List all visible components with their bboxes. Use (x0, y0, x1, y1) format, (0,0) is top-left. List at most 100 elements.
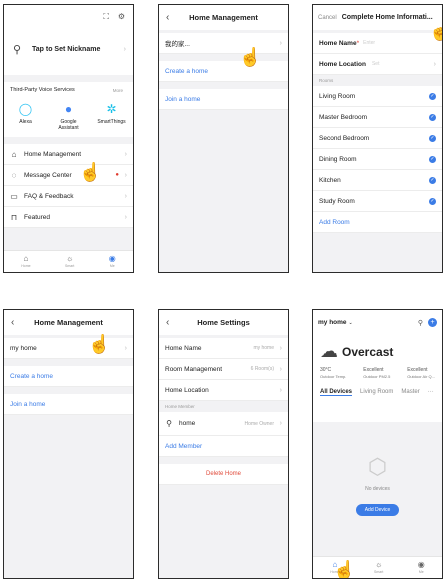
smart-tab-icon: ☼ (66, 254, 74, 264)
alexa-label: Alexa (19, 119, 32, 125)
cancel-button[interactable]: Cancel (318, 15, 337, 21)
delete-home-button[interactable]: Delete Home (159, 464, 288, 485)
pointer-hand-icon: ☝ (429, 21, 442, 42)
home-icon: ⌂ (11, 149, 17, 159)
voice-services: Third-Party Voice Services More ◯ Alexa ●… (4, 82, 133, 137)
stat-value: Excellent (407, 367, 428, 373)
home-management-screen-2: ‹ Home Management my home › Create a home … (3, 309, 134, 579)
back-icon[interactable]: ‹ (166, 317, 169, 328)
tab-master[interactable]: Master (401, 389, 419, 396)
no-devices-text: No devices (365, 486, 390, 492)
home-selector[interactable]: my home (318, 319, 347, 326)
tab-living-room[interactable]: Living Room (360, 389, 393, 396)
alexa-item[interactable]: ◯ Alexa (6, 102, 46, 131)
create-home-button[interactable]: Create a home (159, 61, 288, 82)
create-home-label: Create a home (10, 372, 53, 380)
join-home-button[interactable]: Join a home (4, 394, 133, 415)
home-dashboard-screen: my home ⌄ ⚲ + ☁ Overcast 30°C Outdoor Tem… (312, 309, 443, 579)
chevron-down-icon[interactable]: ⌄ (349, 320, 353, 326)
check-icon[interactable]: ✓ (429, 176, 436, 184)
me-screen: ⛶ ⚙ ⚲ Tap to Set Nickname › Third-Party … (3, 4, 134, 273)
pointer-hand-icon: ☝ (333, 560, 356, 579)
voice-more-link[interactable]: More (113, 88, 123, 93)
menu-label: Home Management (24, 150, 82, 158)
room-item[interactable]: Kitchen ✓ (313, 170, 442, 191)
check-icon[interactable]: ✓ (429, 134, 436, 142)
me-tab-icon: ◉ (417, 560, 425, 570)
avatar-icon[interactable]: ⚲ (13, 43, 21, 56)
room-name: Kitchen (319, 176, 341, 184)
member-role: Home Owner (244, 420, 274, 427)
menu-label: Featured (24, 213, 51, 221)
create-home-label: Create a home (165, 67, 208, 75)
google-assistant-label: Google Assistant (58, 119, 79, 131)
room-item[interactable]: Second Bedroom ✓ (313, 128, 442, 149)
tab-me[interactable]: ◉ Me (418, 560, 425, 575)
add-icon[interactable]: + (428, 318, 437, 327)
create-home-button[interactable]: Create a home (4, 366, 133, 387)
weather-condition: Overcast (342, 344, 394, 359)
smartthings-label: SmartThings (97, 119, 126, 125)
tab-label: Me (109, 264, 115, 269)
google-assistant-item[interactable]: ● Google Assistant (49, 102, 89, 131)
menu-home-management[interactable]: ⌂ Home Management › (4, 144, 133, 165)
stat-value: 30°C (320, 367, 332, 373)
home-tab-icon: ⌂ (23, 254, 29, 264)
home-location-field[interactable]: Home Location Set › (313, 54, 442, 75)
page-title: Home Settings (197, 318, 250, 327)
pointer-hand-icon: ☝ (239, 47, 262, 67)
home-management-screen: ‹ Home Management 我的家... › Create a home J… (158, 4, 289, 273)
tab-me[interactable]: ◉ Me (109, 254, 116, 269)
home-location-row[interactable]: Home Location › (159, 380, 288, 401)
home-item[interactable]: 我的家... › (159, 33, 288, 54)
stat-label: Outdoor PM2.5 (363, 374, 391, 379)
page-title: Home Management (34, 318, 103, 327)
check-icon[interactable]: ✓ (429, 155, 436, 163)
stat-value: Excellent (363, 367, 384, 373)
cloud-icon: ☁ (320, 341, 338, 361)
menu-label: Message Center (24, 171, 72, 179)
empty-box-icon: ⬡ (367, 454, 388, 479)
menu-featured[interactable]: ⊓ Featured › (4, 207, 133, 228)
home-name: 我的家... (165, 41, 190, 48)
stat-label: Outdoor Air Q... (407, 374, 435, 379)
check-icon[interactable]: ✓ (429, 92, 436, 100)
stat-label: Outdoor Temp. (320, 374, 347, 379)
check-icon[interactable]: ✓ (429, 197, 436, 205)
room-name: Master Bedroom (319, 113, 368, 121)
room-item[interactable]: Study Room ✓ (313, 191, 442, 212)
check-icon[interactable]: ✓ (429, 113, 436, 121)
join-home-button[interactable]: Join a home (159, 89, 288, 110)
home-item[interactable]: my home › (4, 338, 133, 359)
room-count: 6 Room(s) (250, 366, 274, 372)
back-icon[interactable]: ‹ (166, 12, 169, 23)
room-name: Living Room (319, 92, 356, 100)
room-management-row[interactable]: Room Management 6 Room(s) › (159, 359, 288, 380)
nickname[interactable]: Tap to Set Nickname (32, 46, 100, 53)
microphone-icon[interactable]: ⚲ (418, 319, 423, 327)
room-item[interactable]: Dining Room ✓ (313, 149, 442, 170)
menu-faq[interactable]: ▭ FAQ & Feedback › (4, 186, 133, 207)
add-member-button[interactable]: Add Member (159, 436, 288, 457)
tab-smart[interactable]: ☼ Smart (65, 254, 74, 269)
home-name-row[interactable]: Home Name my home › (159, 338, 288, 359)
tab-home[interactable]: ⌂ Home (21, 254, 30, 269)
expand-icon[interactable]: ⛶ (103, 12, 109, 22)
join-home-label: Join a home (10, 400, 46, 408)
smartthings-item[interactable]: ✲ SmartThings (92, 102, 132, 131)
member-row[interactable]: ⚲ home Home Owner › (159, 412, 288, 436)
home-name-field[interactable]: Home Name * Enter (313, 33, 442, 54)
add-room-button[interactable]: Add Room (313, 212, 442, 233)
room-item[interactable]: Living Room ✓ (313, 86, 442, 107)
room-name: Study Room (319, 197, 355, 205)
tab-all-devices[interactable]: All Devices (320, 389, 353, 396)
settings-icon[interactable]: ⚙ (118, 12, 125, 21)
tab-smart[interactable]: ☼ Smart (374, 560, 383, 575)
room-item[interactable]: Master Bedroom ✓ (313, 107, 442, 128)
menu-message-center[interactable]: ◌ Message Center ● › (4, 165, 133, 186)
pointer-hand-icon: ☝ (79, 162, 102, 182)
smart-tab-icon: ☼ (375, 560, 383, 570)
add-device-button[interactable]: Add Device (355, 504, 400, 516)
more-icon[interactable]: ··· (428, 389, 434, 396)
back-icon[interactable]: ‹ (11, 317, 14, 328)
